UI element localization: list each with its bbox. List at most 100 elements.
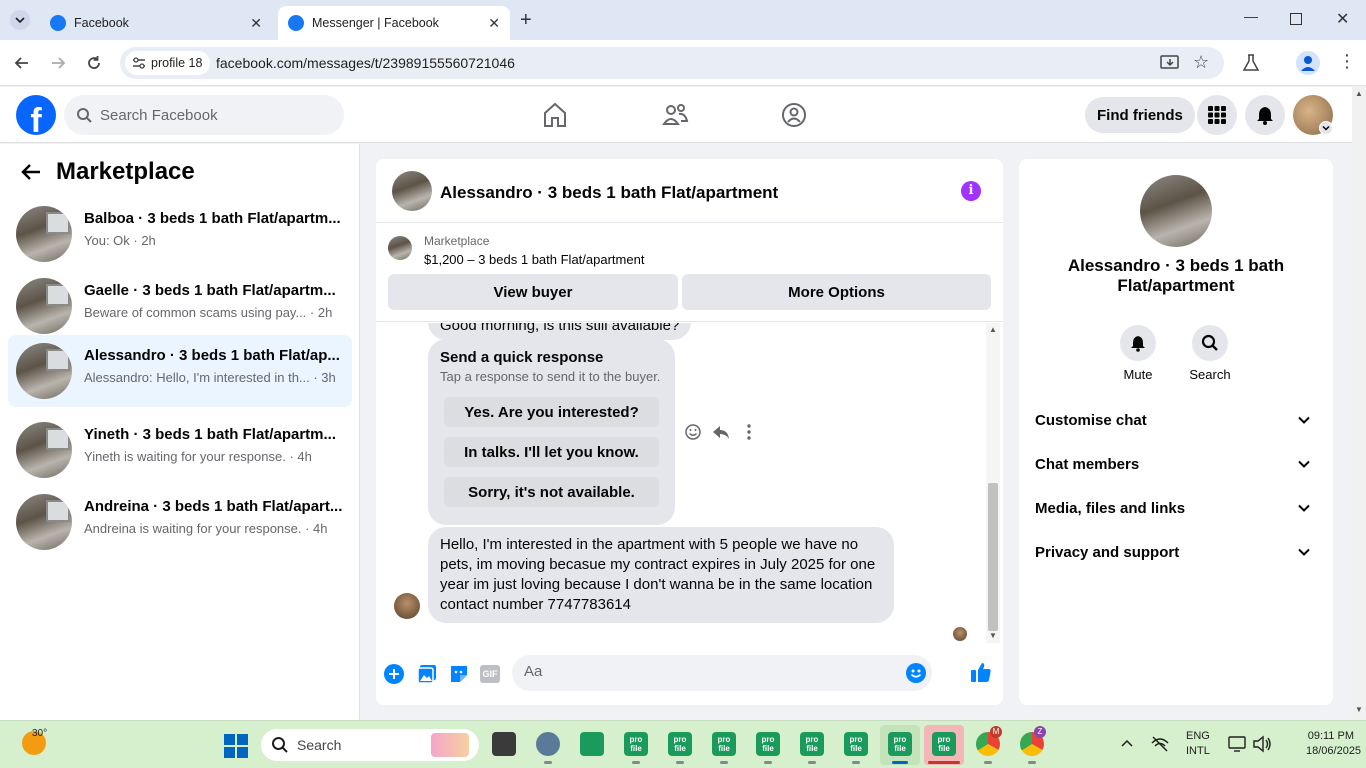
mute-button[interactable]: Mute [1108,325,1168,382]
scroll-up-icon[interactable]: ▲ [1355,89,1363,98]
taskbar-app-link[interactable] [580,732,604,756]
scroll-down-icon[interactable]: ▼ [989,631,997,640]
back-arrow-icon[interactable] [20,162,42,182]
quick-response-in-talks[interactable]: In talks. I'll let you know. [444,437,659,467]
volume-icon[interactable] [1252,735,1272,753]
tray-chevron-up-icon[interactable] [1120,737,1134,749]
search-in-conversation-button[interactable]: Search [1180,325,1240,382]
quick-response-yes[interactable]: Yes. Are you interested? [444,397,659,427]
page-scrollbar[interactable]: ▲ ▼ [1352,87,1366,720]
conversation-item[interactable]: Yineth · 3 beds 1 bath Flat/apartm... Yi… [8,414,352,486]
home-icon[interactable] [541,101,569,129]
listing-thumbnail[interactable] [388,236,412,260]
taskbar-app-profile-active[interactable]: pro file [888,732,912,756]
emoji-icon[interactable] [906,663,926,683]
chat-title[interactable]: Alessandro · 3 beds 1 bath Flat/apartmen… [440,183,778,203]
close-tab-icon[interactable]: ✕ [488,15,500,32]
forward-icon[interactable] [48,53,68,73]
taskbar-chrome-icon[interactable]: Z [1020,726,1046,756]
input-language[interactable]: ENG INTL [1186,729,1210,759]
bookmark-star-icon[interactable]: ☆ [1193,52,1209,73]
conversation-avatar[interactable] [1140,175,1212,247]
more-kebab-icon[interactable] [740,423,758,441]
taskbar-app-profile[interactable]: pro file [624,732,648,756]
groups-icon[interactable] [780,101,808,129]
facebook-logo[interactable]: f [16,95,56,135]
profile-avatar-icon[interactable] [1296,51,1320,75]
running-indicator [676,761,684,764]
media-files-links-section[interactable]: Media, files and links [1035,490,1317,526]
menu-kebab-icon[interactable]: ⋮ [1338,52,1356,70]
notifications-button[interactable] [1245,95,1285,135]
chrome-profile-badge: M [990,726,1002,738]
labs-flask-icon[interactable] [1242,53,1260,73]
more-options-button[interactable]: More Options [682,274,991,310]
taskbar-search-box[interactable]: Search [261,729,479,761]
minimize-icon[interactable]: — [1244,8,1258,24]
close-window-icon[interactable]: ✕ [1336,9,1349,29]
chat-avatar[interactable] [392,171,432,211]
sender-avatar[interactable] [394,593,420,619]
photo-gallery-icon[interactable] [417,664,437,684]
taskbar-search-label: Search [297,737,342,753]
close-tab-icon[interactable]: ✕ [250,15,262,32]
scrollbar-thumb[interactable] [988,483,998,631]
reload-icon[interactable] [84,53,104,73]
scroll-up-icon[interactable]: ▲ [989,325,997,334]
display-icon[interactable] [1228,735,1246,753]
message-scrollbar[interactable]: ▲ ▼ [986,323,1000,643]
tab-messenger[interactable]: Messenger | Facebook ✕ [278,6,510,40]
conversation-item[interactable]: Andreina · 3 beds 1 bath Flat/apart... A… [8,486,352,558]
message-input[interactable] [524,663,904,680]
taskbar-app-bird[interactable] [536,732,560,756]
privacy-support-section[interactable]: Privacy and support [1035,534,1317,570]
reply-icon[interactable] [712,423,730,441]
facebook-search-input[interactable] [100,106,320,124]
taskbar-chrome-icon[interactable]: M [976,726,1002,756]
taskbar-app-profile[interactable]: pro file [800,732,824,756]
new-tab-icon[interactable]: + [520,9,532,32]
scroll-down-icon[interactable]: ▼ [1355,705,1363,714]
running-indicator [632,761,640,764]
back-icon[interactable] [12,53,32,73]
composer-input-box[interactable] [512,655,932,691]
customise-chat-section[interactable]: Customise chat [1035,402,1317,438]
conversation-item[interactable]: Balboa · 3 beds 1 bath Flat/apartm... Yo… [8,198,352,270]
address-bar[interactable]: profile 18 facebook.com/messages/t/23989… [120,47,1224,79]
quick-response-not-available[interactable]: Sorry, it's not available. [444,477,659,507]
taskbar-app-profile[interactable]: pro file [668,732,692,756]
gif-icon[interactable]: GIF [480,665,500,683]
plus-circle-icon[interactable] [384,664,404,684]
taskbar-app-files[interactable] [492,732,516,756]
taskbar-app-profile[interactable]: pro file [844,732,868,756]
chat-members-section[interactable]: Chat members [1035,446,1317,482]
facebook-search-box[interactable] [64,95,344,135]
message-actions [684,423,758,441]
listing-price-title[interactable]: $1,200 – 3 beds 1 bath Flat/apartment [424,252,644,267]
friends-icon[interactable] [661,101,689,129]
react-smiley-icon[interactable] [684,423,702,441]
thumbs-up-icon[interactable] [970,661,992,683]
view-buyer-button[interactable]: View buyer [388,274,678,310]
taskbar-app-profile[interactable]: pro file [712,732,736,756]
account-avatar[interactable] [1293,95,1333,135]
windows-start-icon[interactable] [224,734,248,758]
taskbar-app-profile-alert[interactable]: pro file [932,732,956,756]
conversation-item-active[interactable]: Alessandro · 3 beds 1 bath Flat/ap... Al… [8,335,352,407]
tab-facebook[interactable]: Facebook ✕ [40,6,272,40]
conversation-name: Yineth · 3 beds 1 bath Flat/apartm... [84,426,336,443]
listing-thumbnail [16,494,72,550]
tab-search-button[interactable] [10,10,30,30]
sticker-icon[interactable] [449,664,469,684]
restore-icon[interactable] [1290,13,1302,25]
profile-chip[interactable]: profile 18 [125,51,211,75]
info-icon[interactable]: i [961,181,981,201]
find-friends-button[interactable]: Find friends [1085,97,1195,133]
conversation-preview: You: Ok · 2h [84,233,156,248]
install-app-icon[interactable] [1160,54,1180,72]
system-clock[interactable]: 09:11 PM 18/06/2025 [1306,729,1361,759]
network-offline-icon[interactable] [1150,735,1170,753]
taskbar-app-profile[interactable]: pro file [756,732,780,756]
conversation-item[interactable]: Gaelle · 3 beds 1 bath Flat/apartm... Be… [8,270,352,342]
menu-grid-button[interactable] [1197,95,1237,135]
